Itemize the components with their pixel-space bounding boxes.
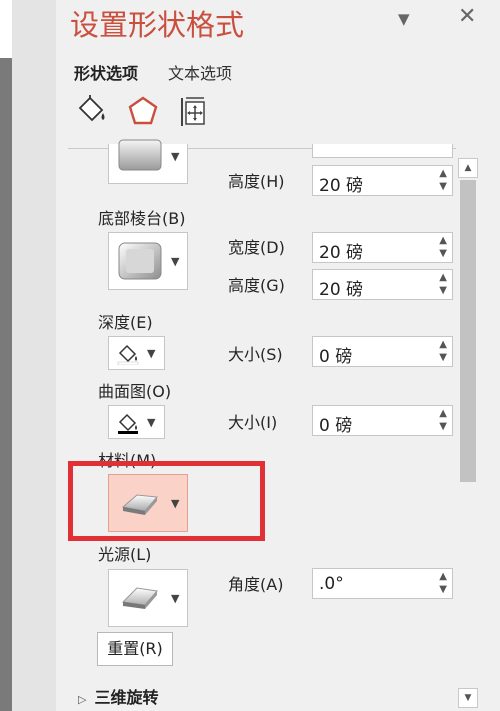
pane-options-chevron-down-icon[interactable]: ▼ (398, 10, 410, 28)
spin-down-icon[interactable]: ▼ (439, 285, 447, 296)
paint-bucket-icon (118, 413, 138, 434)
material-highlight-box (68, 461, 265, 541)
lighting-angle-label: 角度(A) (228, 575, 284, 594)
document-page-edge (0, 0, 12, 58)
lighting-angle-stepper[interactable]: .0° ▲ ▼ (312, 568, 453, 599)
spin-down-icon[interactable]: ▼ (439, 248, 447, 259)
close-icon[interactable]: ✕ (458, 4, 476, 29)
bevel-preview-icon (118, 139, 162, 171)
reset-button[interactable]: 重置(R) (97, 632, 173, 666)
chevron-down-icon: ▼ (171, 255, 180, 268)
chevron-down-icon: ▼ (147, 347, 156, 360)
bottom-bevel-width-label: 宽度(D) (228, 238, 285, 257)
pane-title: 设置形状格式 (70, 8, 245, 42)
depth-size-stepper[interactable]: 0 磅 ▲ ▼ (312, 336, 453, 367)
scroll-thumb[interactable] (460, 180, 476, 482)
effects-pentagon-icon[interactable] (126, 94, 160, 132)
depth-color-button[interactable]: ▼ (108, 336, 165, 370)
chevron-down-icon: ▼ (147, 416, 156, 429)
bottom-bevel-width-stepper[interactable]: 20 磅 ▲ ▼ (312, 232, 453, 263)
contour-color-button[interactable]: ▼ (108, 405, 165, 439)
format-shape-pane: 设置形状格式 ▼ ✕ 形状选项 文本选项 ▼ 高度(H) 20 磅 ▲ ▼ 底部… (56, 0, 500, 711)
paint-bucket-icon (117, 344, 139, 365)
spin-down-icon[interactable]: ▼ (439, 421, 447, 432)
pane-scrollbar[interactable]: ▲ ▼ (458, 158, 478, 711)
depth-label: 深度(E) (98, 313, 153, 332)
chevron-down-icon: ▼ (171, 150, 180, 163)
spin-down-icon[interactable]: ▼ (439, 181, 447, 192)
bevel-preview-icon (118, 242, 162, 280)
contour-label: 曲面图(O) (98, 382, 172, 401)
bottom-bevel-gallery-button[interactable]: ▼ (108, 232, 188, 290)
fill-line-icon[interactable] (74, 94, 108, 132)
top-bevel-height-label: 高度(H) (228, 172, 285, 191)
bottom-bevel-height-label: 高度(G) (228, 276, 285, 295)
spin-up-icon[interactable]: ▲ (439, 235, 447, 246)
document-scrollbar[interactable] (0, 58, 12, 711)
depth-size-label: 大小(S) (228, 345, 283, 364)
spin-up-icon[interactable]: ▲ (439, 168, 447, 179)
size-properties-icon[interactable] (176, 94, 210, 132)
chevron-down-icon: ▼ (171, 592, 180, 605)
spin-up-icon[interactable]: ▲ (439, 408, 447, 419)
section-3d-rotation[interactable]: ▷ 三维旋转 (78, 684, 158, 708)
bottom-bevel-height-stepper[interactable]: 20 磅 ▲ ▼ (312, 269, 453, 300)
spin-down-icon[interactable]: ▼ (439, 352, 447, 363)
spin-up-icon[interactable]: ▲ (439, 339, 447, 350)
lighting-preview-icon (121, 587, 158, 609)
lighting-label: 光源(L) (98, 545, 152, 564)
chevron-right-icon: ▷ (78, 693, 87, 706)
scroll-down-icon[interactable]: ▼ (458, 688, 478, 708)
top-bevel-gallery-button[interactable]: ▼ (108, 139, 188, 184)
spin-down-icon[interactable]: ▼ (439, 584, 447, 595)
contour-size-stepper[interactable]: 0 磅 ▲ ▼ (312, 405, 453, 436)
spin-up-icon[interactable]: ▲ (439, 571, 447, 582)
top-bevel-height-stepper[interactable]: 20 磅 ▲ ▼ (312, 165, 453, 196)
document-area (0, 0, 56, 711)
lighting-gallery-button[interactable]: ▼ (108, 569, 188, 627)
spin-up-icon[interactable]: ▲ (439, 272, 447, 283)
scroll-up-icon[interactable]: ▲ (458, 158, 478, 178)
contour-size-label: 大小(I) (228, 413, 278, 432)
top-bevel-width-field-partial[interactable] (312, 144, 453, 158)
tab-text-options[interactable]: 文本选项 (168, 60, 232, 84)
tab-shape-options[interactable]: 形状选项 (74, 60, 138, 84)
bottom-bevel-label: 底部棱台(B) (98, 209, 186, 228)
